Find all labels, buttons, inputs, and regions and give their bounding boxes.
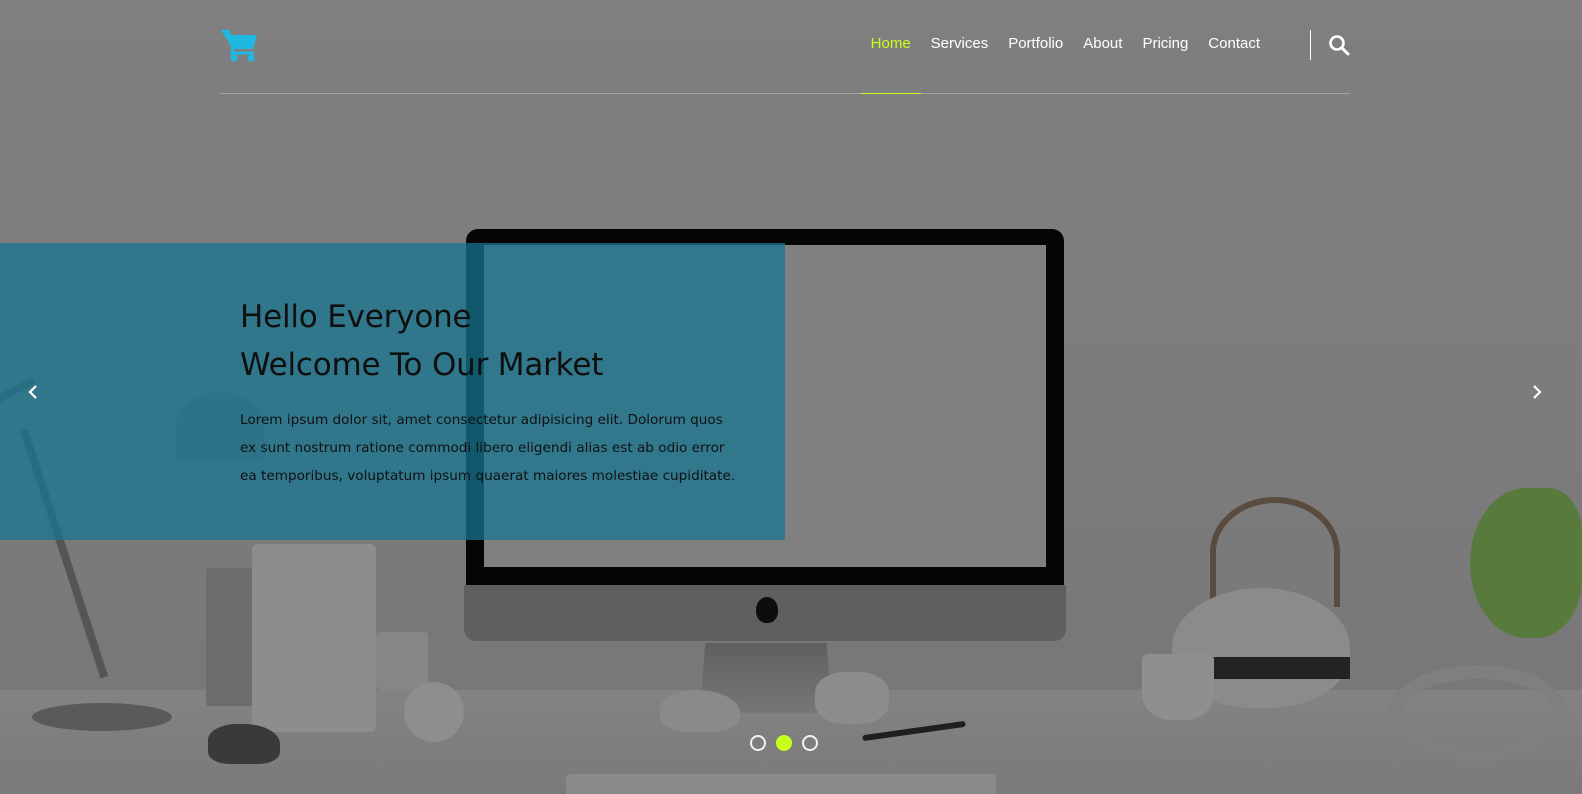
- search-icon: [1329, 35, 1350, 56]
- hero-slider: Hello Everyone Welcome To Our Market Lor…: [0, 0, 1582, 794]
- slider-next-button[interactable]: [1526, 382, 1546, 402]
- nav-portfolio[interactable]: Portfolio: [998, 33, 1073, 55]
- hero-caption-panel: [0, 243, 785, 540]
- logo-link[interactable]: [220, 27, 260, 63]
- slider-dot-1[interactable]: [750, 735, 766, 751]
- hero-title: Hello Everyone Welcome To Our Market: [240, 293, 760, 389]
- shopping-cart-icon: [221, 29, 257, 62]
- keyboard: [566, 774, 996, 794]
- slider-dot-3[interactable]: [802, 735, 818, 751]
- chevron-right-icon: [1533, 385, 1542, 399]
- slider-prev-button[interactable]: [24, 382, 44, 402]
- nav-home[interactable]: Home: [860, 33, 921, 94]
- main-menu: Home Services Portfolio About Pricing Co…: [860, 33, 1270, 94]
- desk-lamp-base: [32, 703, 172, 731]
- hero-description: Lorem ipsum dolor sit, amet consectetur …: [240, 412, 736, 484]
- teapot-band: [1212, 657, 1350, 679]
- chevron-left-icon: [28, 385, 37, 399]
- search-button[interactable]: [1328, 34, 1350, 56]
- plant: [1470, 488, 1582, 638]
- nav-divider: [1310, 30, 1311, 60]
- nav-about[interactable]: About: [1073, 33, 1132, 55]
- pen-holder: [206, 568, 254, 706]
- nav-pricing[interactable]: Pricing: [1132, 33, 1198, 55]
- hero-title-line-2: Welcome To Our Market: [240, 347, 604, 383]
- decor-sphere: [404, 682, 464, 742]
- slider-pagination: [750, 735, 818, 751]
- teacup: [1142, 654, 1214, 720]
- nav-contact[interactable]: Contact: [1198, 33, 1270, 55]
- slider-dot-2[interactable]: [776, 735, 792, 751]
- perforated-vase: [252, 544, 376, 732]
- bird-figurine: [660, 690, 740, 732]
- navbar: Home Services Portfolio About Pricing Co…: [220, 0, 1350, 94]
- hero-title-line-1: Hello Everyone: [240, 299, 472, 335]
- crumpled-paper: [815, 672, 889, 724]
- nav-services[interactable]: Services: [921, 33, 999, 55]
- small-vase: [376, 632, 428, 690]
- headphones: [1388, 665, 1568, 761]
- apple-logo-icon: [756, 597, 778, 623]
- panda-figurine: [208, 724, 280, 764]
